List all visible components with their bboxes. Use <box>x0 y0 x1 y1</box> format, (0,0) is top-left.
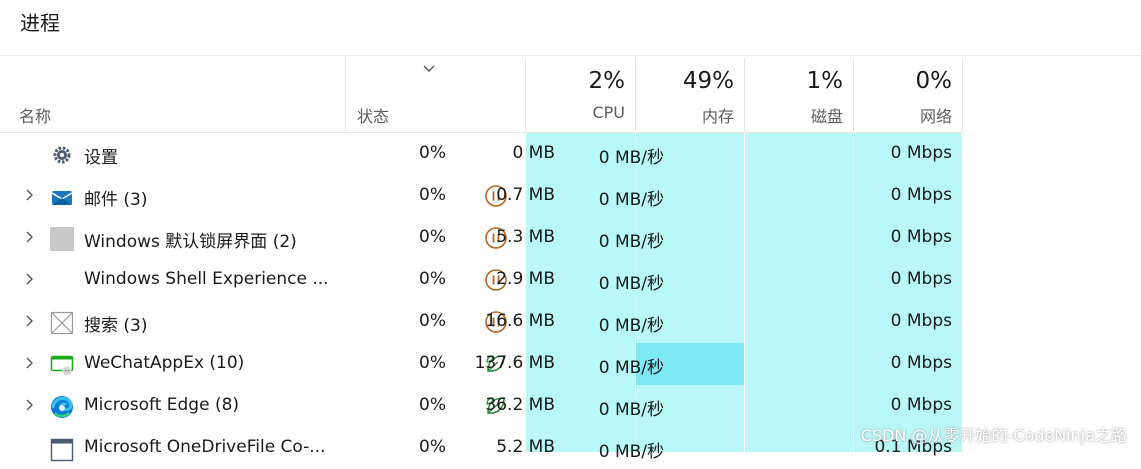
cpu-value: 0% <box>419 227 446 247</box>
process-name: 邮件 (3) <box>84 190 148 210</box>
cpu-label: CPU <box>592 103 625 122</box>
column-header-name[interactable]: 名称 <box>0 58 345 132</box>
memory-total-percent: 49% <box>682 68 734 94</box>
chevron-right-icon[interactable] <box>22 188 36 202</box>
disk-total-percent: 1% <box>806 68 844 94</box>
watermark: CSDN @从零开始的-CodeNinja之路 <box>860 426 1127 445</box>
cpu-value: 0% <box>419 311 446 331</box>
disk-value: 0 MB/秒 <box>598 358 664 378</box>
chevron-right-icon[interactable] <box>22 356 36 370</box>
disk-value: 0 MB/秒 <box>598 316 664 336</box>
sort-chevron-down-icon[interactable] <box>422 63 436 75</box>
cpu-value: 0% <box>419 269 446 289</box>
process-row-shell-experience[interactable]: Windows Shell Experience ... 0% 2.9 MB 0… <box>0 259 962 301</box>
disk-value: 0 MB/秒 <box>598 232 664 252</box>
column-header-cpu[interactable]: 2% CPU <box>526 58 635 132</box>
process-row-edge[interactable]: Microsoft Edge (8) 0% 36.2 MB 0 MB/秒 0 M… <box>0 385 962 427</box>
gray-square-icon <box>50 227 74 251</box>
cpu-total-percent: 2% <box>588 68 626 94</box>
process-row-mail[interactable]: 邮件 (3) 0% 0.7 MB 0 MB/秒 0 Mbps <box>0 175 962 217</box>
column-header-memory[interactable]: 49% 内存 <box>636 58 744 132</box>
cpu-value: 0% <box>419 353 446 373</box>
process-row-settings[interactable]: 设置 0% 0 MB 0 MB/秒 0 Mbps <box>0 133 962 175</box>
network-value: 0 Mbps <box>890 143 952 163</box>
process-name: Microsoft OneDriveFile Co-... <box>84 437 326 457</box>
disk-value: 0 MB/秒 <box>598 274 664 294</box>
network-value: 0 Mbps <box>890 185 952 205</box>
disk-value: 0 MB/秒 <box>598 148 664 168</box>
process-name: Windows 默认锁屏界面 (2) <box>84 232 297 252</box>
network-value: 0 Mbps <box>890 311 952 331</box>
process-name: WeChatAppEx (10) <box>84 353 245 373</box>
memory-value: 5.2 MB <box>496 437 555 457</box>
memory-value: 36.2 MB <box>485 395 555 415</box>
chevron-right-icon[interactable] <box>22 398 36 412</box>
network-value: 0 Mbps <box>890 353 952 373</box>
column-header-disk[interactable]: 1% 磁盘 <box>745 58 853 132</box>
network-total-percent: 0% <box>915 68 953 94</box>
title-bar: 进程 <box>0 0 1141 56</box>
search-placeholder-icon <box>50 311 74 335</box>
process-name: 搜索 (3) <box>84 316 148 336</box>
disk-value: 0 MB/秒 <box>598 442 664 462</box>
mail-icon <box>51 191 73 205</box>
chevron-right-icon[interactable] <box>22 272 36 286</box>
cpu-value: 0% <box>419 185 446 205</box>
onedrive-app-icon <box>50 438 74 462</box>
process-row-onedrive[interactable]: Microsoft OneDriveFile Co-... 0% 5.2 MB … <box>0 427 962 469</box>
disk-value: 0 MB/秒 <box>598 400 664 420</box>
column-header-name-label: 名称 <box>19 107 52 126</box>
network-value: 0 Mbps <box>890 395 952 415</box>
memory-value: 16.6 MB <box>485 311 555 331</box>
disk-value: 0 MB/秒 <box>598 190 664 210</box>
process-name: Microsoft Edge (8) <box>84 395 240 415</box>
memory-value: 5.3 MB <box>496 227 555 247</box>
cpu-value: 0% <box>419 143 446 163</box>
gear-icon <box>53 146 71 164</box>
network-value: 0 Mbps <box>890 269 952 289</box>
network-value: 0 Mbps <box>890 227 952 247</box>
chevron-right-icon[interactable] <box>22 230 36 244</box>
memory-value: 137.6 MB <box>474 353 555 373</box>
column-divider[interactable] <box>962 58 963 132</box>
edge-icon <box>51 396 73 418</box>
memory-value: 0.7 MB <box>496 185 555 205</box>
wechat-app-icon <box>50 355 74 376</box>
column-header-network[interactable]: 0% 网络 <box>854 58 962 132</box>
process-name: Windows Shell Experience ... <box>84 269 329 289</box>
disk-label: 磁盘 <box>810 107 843 126</box>
network-label: 网络 <box>919 107 952 126</box>
memory-value: 0 MB <box>512 143 555 163</box>
title-divider <box>0 55 1141 56</box>
memory-value: 2.9 MB <box>496 269 555 289</box>
page-title: 进程 <box>20 11 60 35</box>
process-row-search[interactable]: 搜索 (3) 0% 16.6 MB 0 MB/秒 0 Mbps <box>0 301 962 343</box>
cpu-value: 0% <box>419 395 446 415</box>
process-row-lockscreen[interactable]: Windows 默认锁屏界面 (2) 0% 5.3 MB 0 MB/秒 0 Mb… <box>0 217 962 259</box>
process-row-wechatappex[interactable]: WeChatAppEx (10) 0% 137.6 MB 0 MB/秒 0 Mb… <box>0 343 962 385</box>
process-name: 设置 <box>84 148 118 168</box>
memory-label: 内存 <box>701 107 734 126</box>
column-header-status-label: 状态 <box>357 107 390 126</box>
chevron-right-icon[interactable] <box>22 314 36 328</box>
cpu-value: 0% <box>419 437 446 457</box>
